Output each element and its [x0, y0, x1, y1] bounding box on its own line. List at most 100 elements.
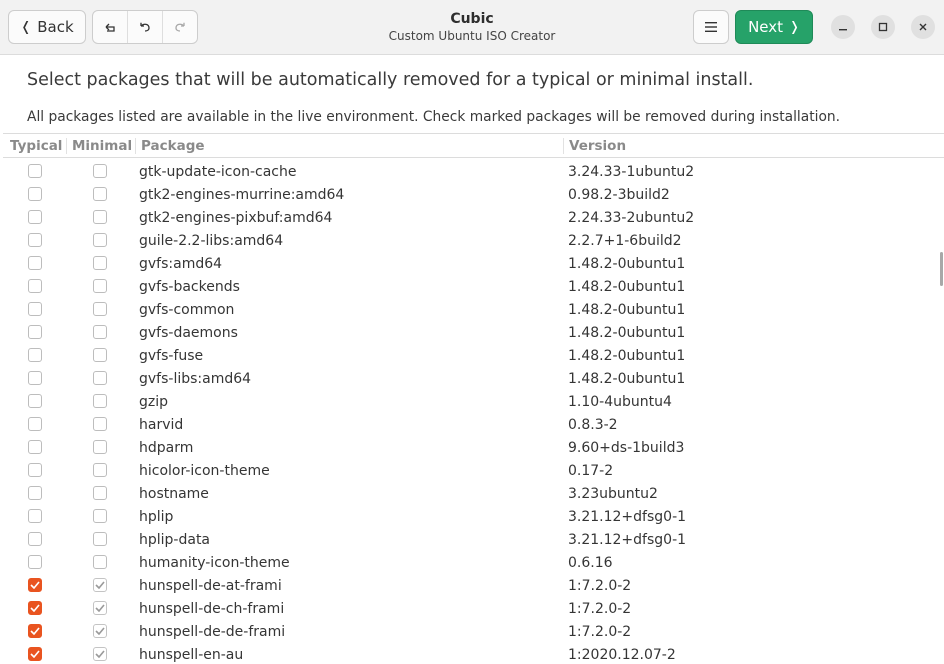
- column-header-minimal[interactable]: Minimal: [72, 138, 132, 154]
- table-row[interactable]: gtk2-engines-pixbuf:amd64 2.24.33-2ubuntu…: [3, 207, 944, 230]
- minimal-checkbox[interactable]: [93, 532, 107, 546]
- undo-button[interactable]: [93, 11, 128, 43]
- table-row[interactable]: hicolor-icon-theme 0.17-2: [3, 460, 944, 483]
- column-header-package[interactable]: Package: [141, 138, 205, 154]
- minimal-checkbox[interactable]: [93, 555, 107, 569]
- minimal-checkbox[interactable]: [93, 509, 107, 523]
- minimal-checkbox[interactable]: [93, 578, 107, 592]
- table-row[interactable]: humanity-icon-theme 0.6.16: [3, 552, 944, 575]
- undo-step-button[interactable]: [128, 11, 163, 43]
- typical-checkbox[interactable]: [28, 394, 42, 408]
- checkmark-icon: [30, 627, 40, 635]
- minimal-checkbox[interactable]: [93, 164, 107, 178]
- package-name: gzip: [139, 394, 169, 410]
- chevron-left-icon: ❬: [20, 19, 32, 35]
- package-name: gvfs-common: [139, 302, 235, 318]
- close-button[interactable]: [911, 15, 935, 39]
- column-header-typical[interactable]: Typical: [10, 138, 62, 154]
- typical-checkbox[interactable]: [28, 509, 42, 523]
- table-row[interactable]: hplip-data 3.21.12+dfsg0-1: [3, 529, 944, 552]
- typical-checkbox[interactable]: [28, 624, 42, 638]
- minimal-checkbox[interactable]: [93, 302, 107, 316]
- next-button[interactable]: Next ❭: [735, 10, 813, 44]
- back-button[interactable]: ❬ Back: [8, 10, 86, 44]
- minimal-checkbox[interactable]: [93, 440, 107, 454]
- table-row[interactable]: gvfs-backends 1.48.2-0ubuntu1: [3, 276, 944, 299]
- minimal-checkbox[interactable]: [93, 187, 107, 201]
- table-row[interactable]: hunspell-de-at-frami 1:7.2.0-2: [3, 575, 944, 598]
- typical-checkbox[interactable]: [28, 440, 42, 454]
- typical-checkbox[interactable]: [28, 417, 42, 431]
- typical-checkbox[interactable]: [28, 578, 42, 592]
- package-name: gvfs-libs:amd64: [139, 371, 252, 387]
- typical-checkbox[interactable]: [28, 164, 42, 178]
- table-row[interactable]: gtk2-engines-murrine:amd64 0.98.2-3build2: [3, 184, 944, 207]
- table-row[interactable]: harvid 0.8.3-2: [3, 414, 944, 437]
- typical-checkbox[interactable]: [28, 371, 42, 385]
- table-row[interactable]: hunspell-de-de-frami 1:7.2.0-2: [3, 621, 944, 644]
- column-header-version[interactable]: Version: [569, 138, 626, 154]
- minimal-checkbox[interactable]: [93, 463, 107, 477]
- package-version: 0.8.3-2: [568, 417, 618, 433]
- table-row[interactable]: hdparm 9.60+ds-1build3: [3, 437, 944, 460]
- minimal-checkbox[interactable]: [93, 624, 107, 638]
- menu-button[interactable]: [693, 10, 729, 44]
- table-row[interactable]: hunspell-en-au 1:2020.12.07-2: [3, 644, 944, 664]
- typical-checkbox[interactable]: [28, 486, 42, 500]
- package-version: 1.48.2-0ubuntu1: [568, 348, 686, 364]
- table-row[interactable]: guile-2.2-libs:amd64 2.2.7+1-6build2: [3, 230, 944, 253]
- typical-checkbox[interactable]: [28, 210, 42, 224]
- minimal-checkbox[interactable]: [93, 486, 107, 500]
- typical-checkbox[interactable]: [28, 279, 42, 293]
- typical-checkbox[interactable]: [28, 302, 42, 316]
- typical-checkbox[interactable]: [28, 348, 42, 362]
- minimal-checkbox[interactable]: [93, 417, 107, 431]
- table-row[interactable]: gvfs-libs:amd64 1.48.2-0ubuntu1: [3, 368, 944, 391]
- typical-checkbox[interactable]: [28, 532, 42, 546]
- package-version: 1:7.2.0-2: [568, 601, 632, 617]
- minimal-checkbox[interactable]: [93, 233, 107, 247]
- minimize-button[interactable]: [831, 15, 855, 39]
- package-name: gvfs-backends: [139, 279, 240, 295]
- minimal-checkbox[interactable]: [93, 394, 107, 408]
- vertical-scrollbar[interactable]: [940, 252, 943, 286]
- minimal-checkbox[interactable]: [93, 279, 107, 293]
- package-name: hplip: [139, 509, 174, 525]
- redo-button[interactable]: [163, 11, 197, 43]
- table-row[interactable]: hunspell-de-ch-frami 1:7.2.0-2: [3, 598, 944, 621]
- minimize-icon: [839, 29, 847, 31]
- table-row[interactable]: gvfs-fuse 1.48.2-0ubuntu1: [3, 345, 944, 368]
- package-version: 3.23ubuntu2: [568, 486, 658, 502]
- maximize-button[interactable]: [871, 15, 895, 39]
- table-row[interactable]: gzip 1.10-4ubuntu4: [3, 391, 944, 414]
- minimal-checkbox[interactable]: [93, 256, 107, 270]
- typical-checkbox[interactable]: [28, 233, 42, 247]
- typical-checkbox[interactable]: [28, 555, 42, 569]
- minimal-checkbox[interactable]: [93, 601, 107, 615]
- minimal-checkbox[interactable]: [93, 210, 107, 224]
- table-row[interactable]: hostname 3.23ubuntu2: [3, 483, 944, 506]
- minimal-checkbox[interactable]: [93, 371, 107, 385]
- typical-checkbox[interactable]: [28, 647, 42, 661]
- typical-checkbox[interactable]: [28, 325, 42, 339]
- typical-checkbox[interactable]: [28, 463, 42, 477]
- table-row[interactable]: hplip 3.21.12+dfsg0-1: [3, 506, 944, 529]
- table-row[interactable]: gvfs-common 1.48.2-0ubuntu1: [3, 299, 944, 322]
- package-version: 3.21.12+dfsg0-1: [568, 532, 687, 548]
- table-body: gtk-update-icon-cache 3.24.33-1ubuntu2 gtk…: [3, 161, 944, 664]
- checkmark-icon: [95, 627, 105, 635]
- hamburger-menu-icon: [705, 22, 717, 32]
- minimal-checkbox[interactable]: [93, 348, 107, 362]
- typical-checkbox[interactable]: [28, 256, 42, 270]
- typical-checkbox[interactable]: [28, 187, 42, 201]
- table-row[interactable]: gvfs:amd64 1.48.2-0ubuntu1: [3, 253, 944, 276]
- package-version: 1.48.2-0ubuntu1: [568, 279, 686, 295]
- minimal-checkbox[interactable]: [93, 325, 107, 339]
- typical-checkbox[interactable]: [28, 601, 42, 615]
- table-row[interactable]: gvfs-daemons 1.48.2-0ubuntu1: [3, 322, 944, 345]
- package-name: hunspell-en-au: [139, 647, 244, 663]
- package-version: 1:7.2.0-2: [568, 624, 632, 640]
- table-row[interactable]: gtk-update-icon-cache 3.24.33-1ubuntu2: [3, 161, 944, 184]
- checkmark-icon: [30, 604, 40, 612]
- minimal-checkbox[interactable]: [93, 647, 107, 661]
